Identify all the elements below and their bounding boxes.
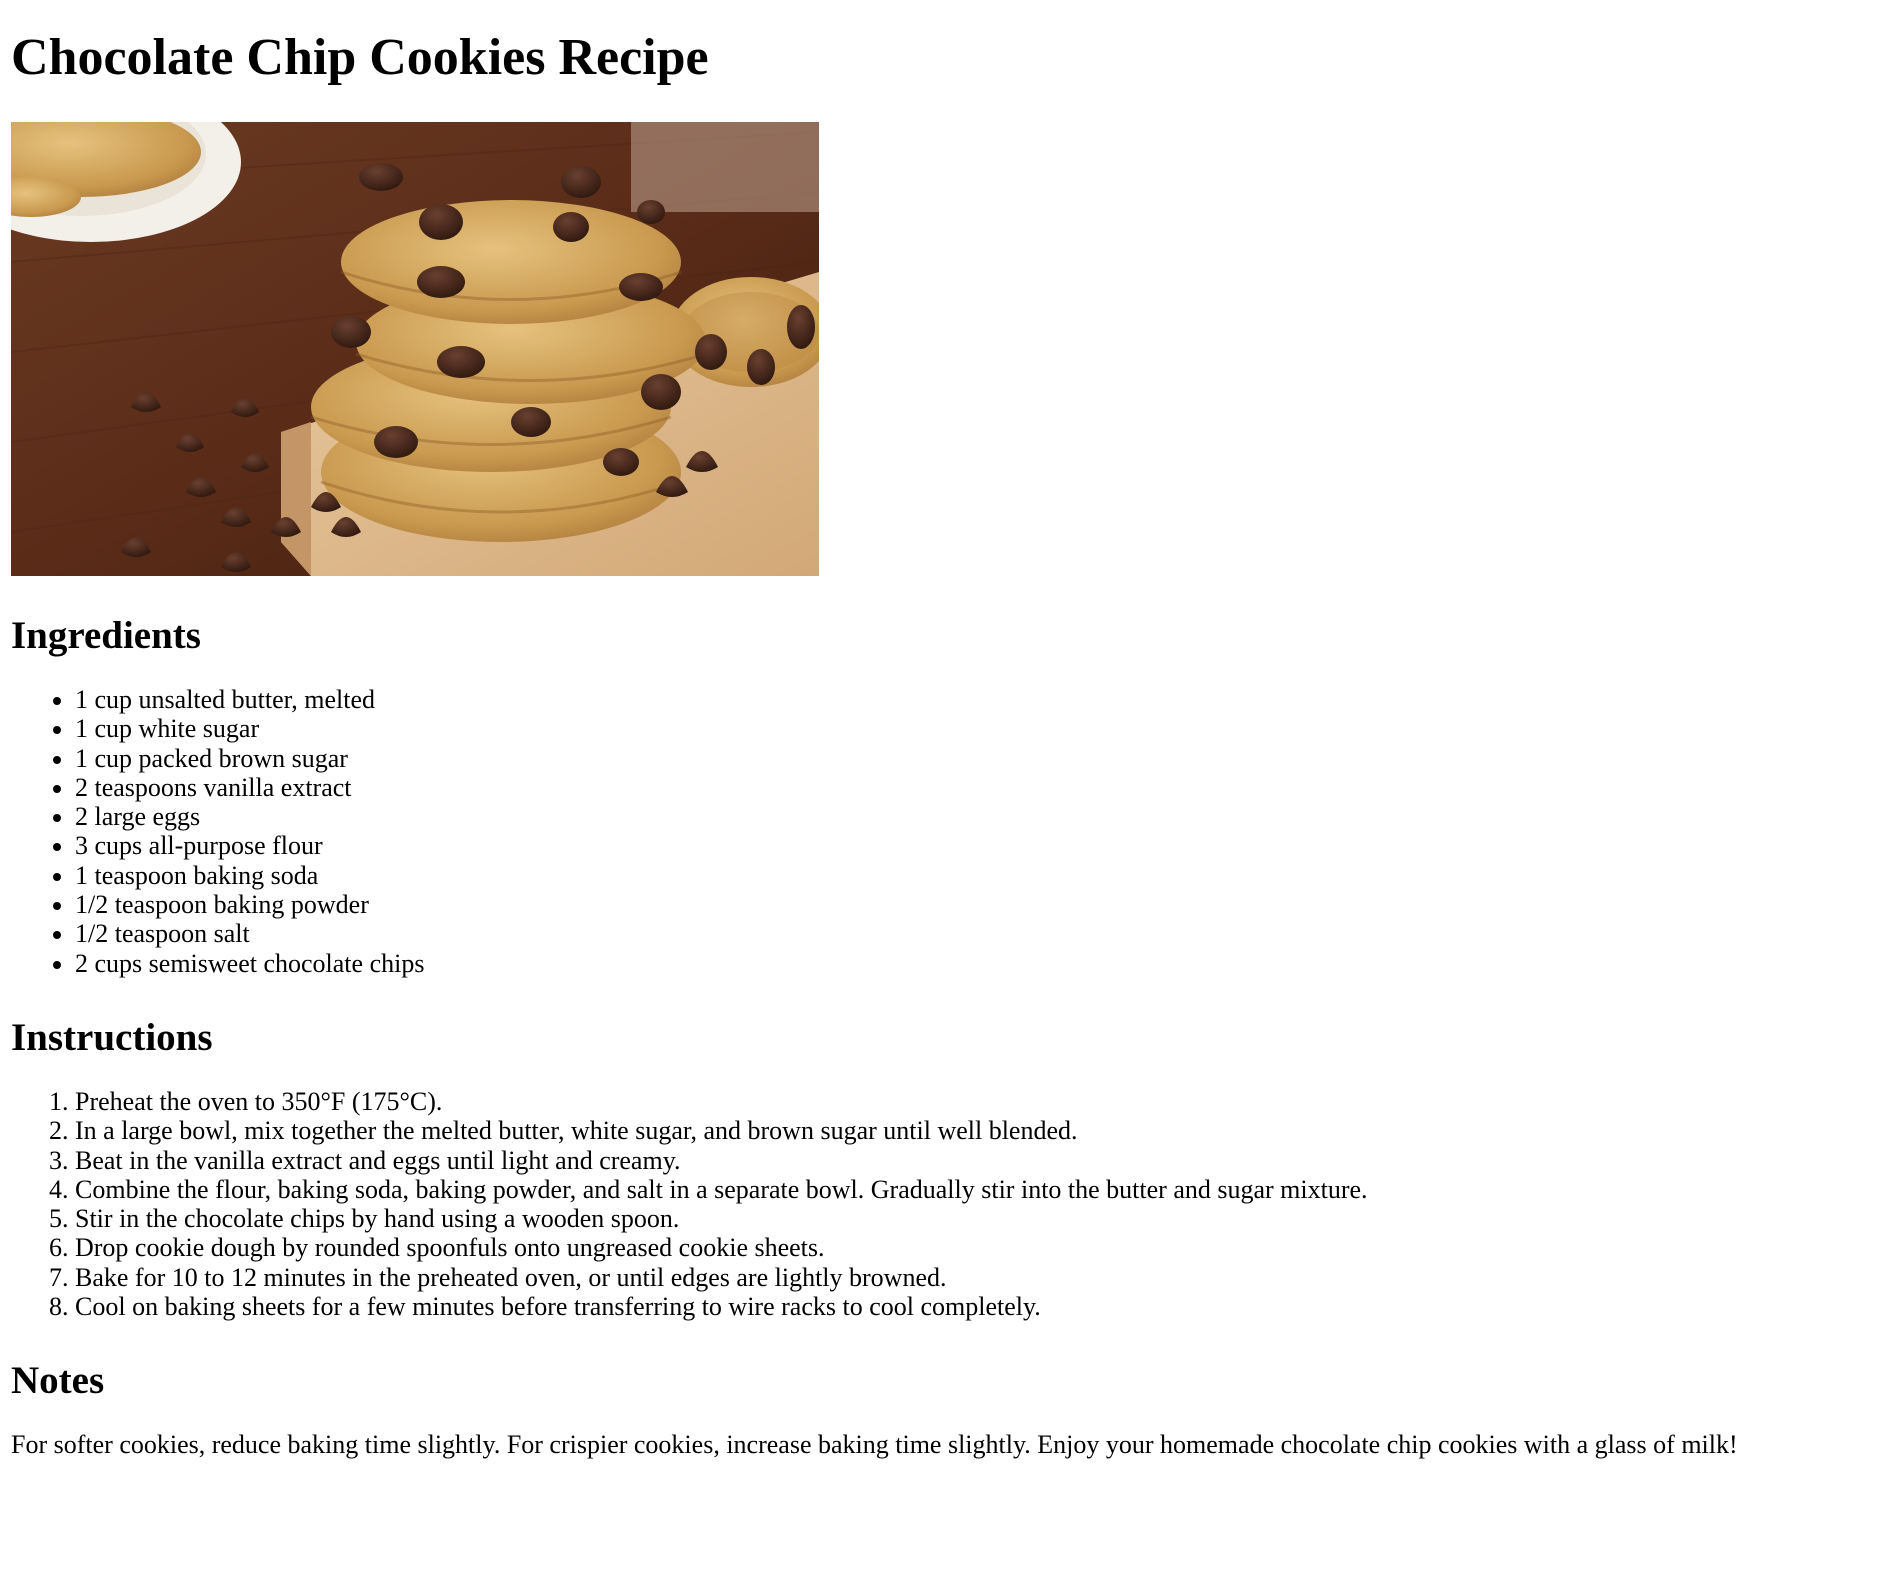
page-title: Chocolate Chip Cookies Recipe — [11, 29, 709, 86]
instruction-step: Drop cookie dough by rounded spoonfuls o… — [75, 1233, 1867, 1262]
recipe-page: Chocolate Chip Cookies Recipe Ingredient… — [0, 0, 1878, 1460]
ingredient-item: 1/2 teaspoon baking powder — [75, 890, 1867, 919]
ingredient-item: 2 teaspoons vanilla extract — [75, 773, 1867, 802]
ingredient-item: 3 cups all-purpose flour — [75, 831, 1867, 860]
instruction-step: Preheat the oven to 350°F (175°C). — [75, 1087, 1867, 1116]
instruction-step: Bake for 10 to 12 minutes in the preheat… — [75, 1263, 1867, 1292]
instruction-step: Combine the flour, baking soda, baking p… — [75, 1175, 1867, 1204]
ingredient-item: 1 cup unsalted butter, melted — [75, 685, 1867, 714]
ingredient-item: 1/2 teaspoon salt — [75, 919, 1867, 948]
instruction-step: Beat in the vanilla extract and eggs unt… — [75, 1146, 1867, 1175]
instruction-step: In a large bowl, mix together the melted… — [75, 1116, 1867, 1145]
ingredients-heading: Ingredients — [11, 614, 201, 657]
ingredient-item: 2 large eggs — [75, 802, 1867, 831]
ingredient-item: 1 cup packed brown sugar — [75, 744, 1867, 773]
instructions-list: Preheat the oven to 350°F (175°C). In a … — [11, 1087, 1867, 1321]
instruction-step: Stir in the chocolate chips by hand usin… — [75, 1204, 1867, 1233]
ingredients-list: 1 cup unsalted butter, melted 1 cup whit… — [11, 685, 1867, 978]
instruction-step: Cool on baking sheets for a few minutes … — [75, 1292, 1867, 1321]
instructions-heading: Instructions — [11, 1015, 213, 1059]
notes-heading: Notes — [11, 1359, 105, 1403]
ingredient-item: 1 cup white sugar — [75, 714, 1867, 743]
cookie-photo — [11, 122, 819, 576]
notes-text: For softer cookies, reduce baking time s… — [11, 1430, 1738, 1460]
ingredient-item: 2 cups semisweet chocolate chips — [75, 949, 1867, 978]
ingredient-item: 1 teaspoon baking soda — [75, 861, 1867, 890]
